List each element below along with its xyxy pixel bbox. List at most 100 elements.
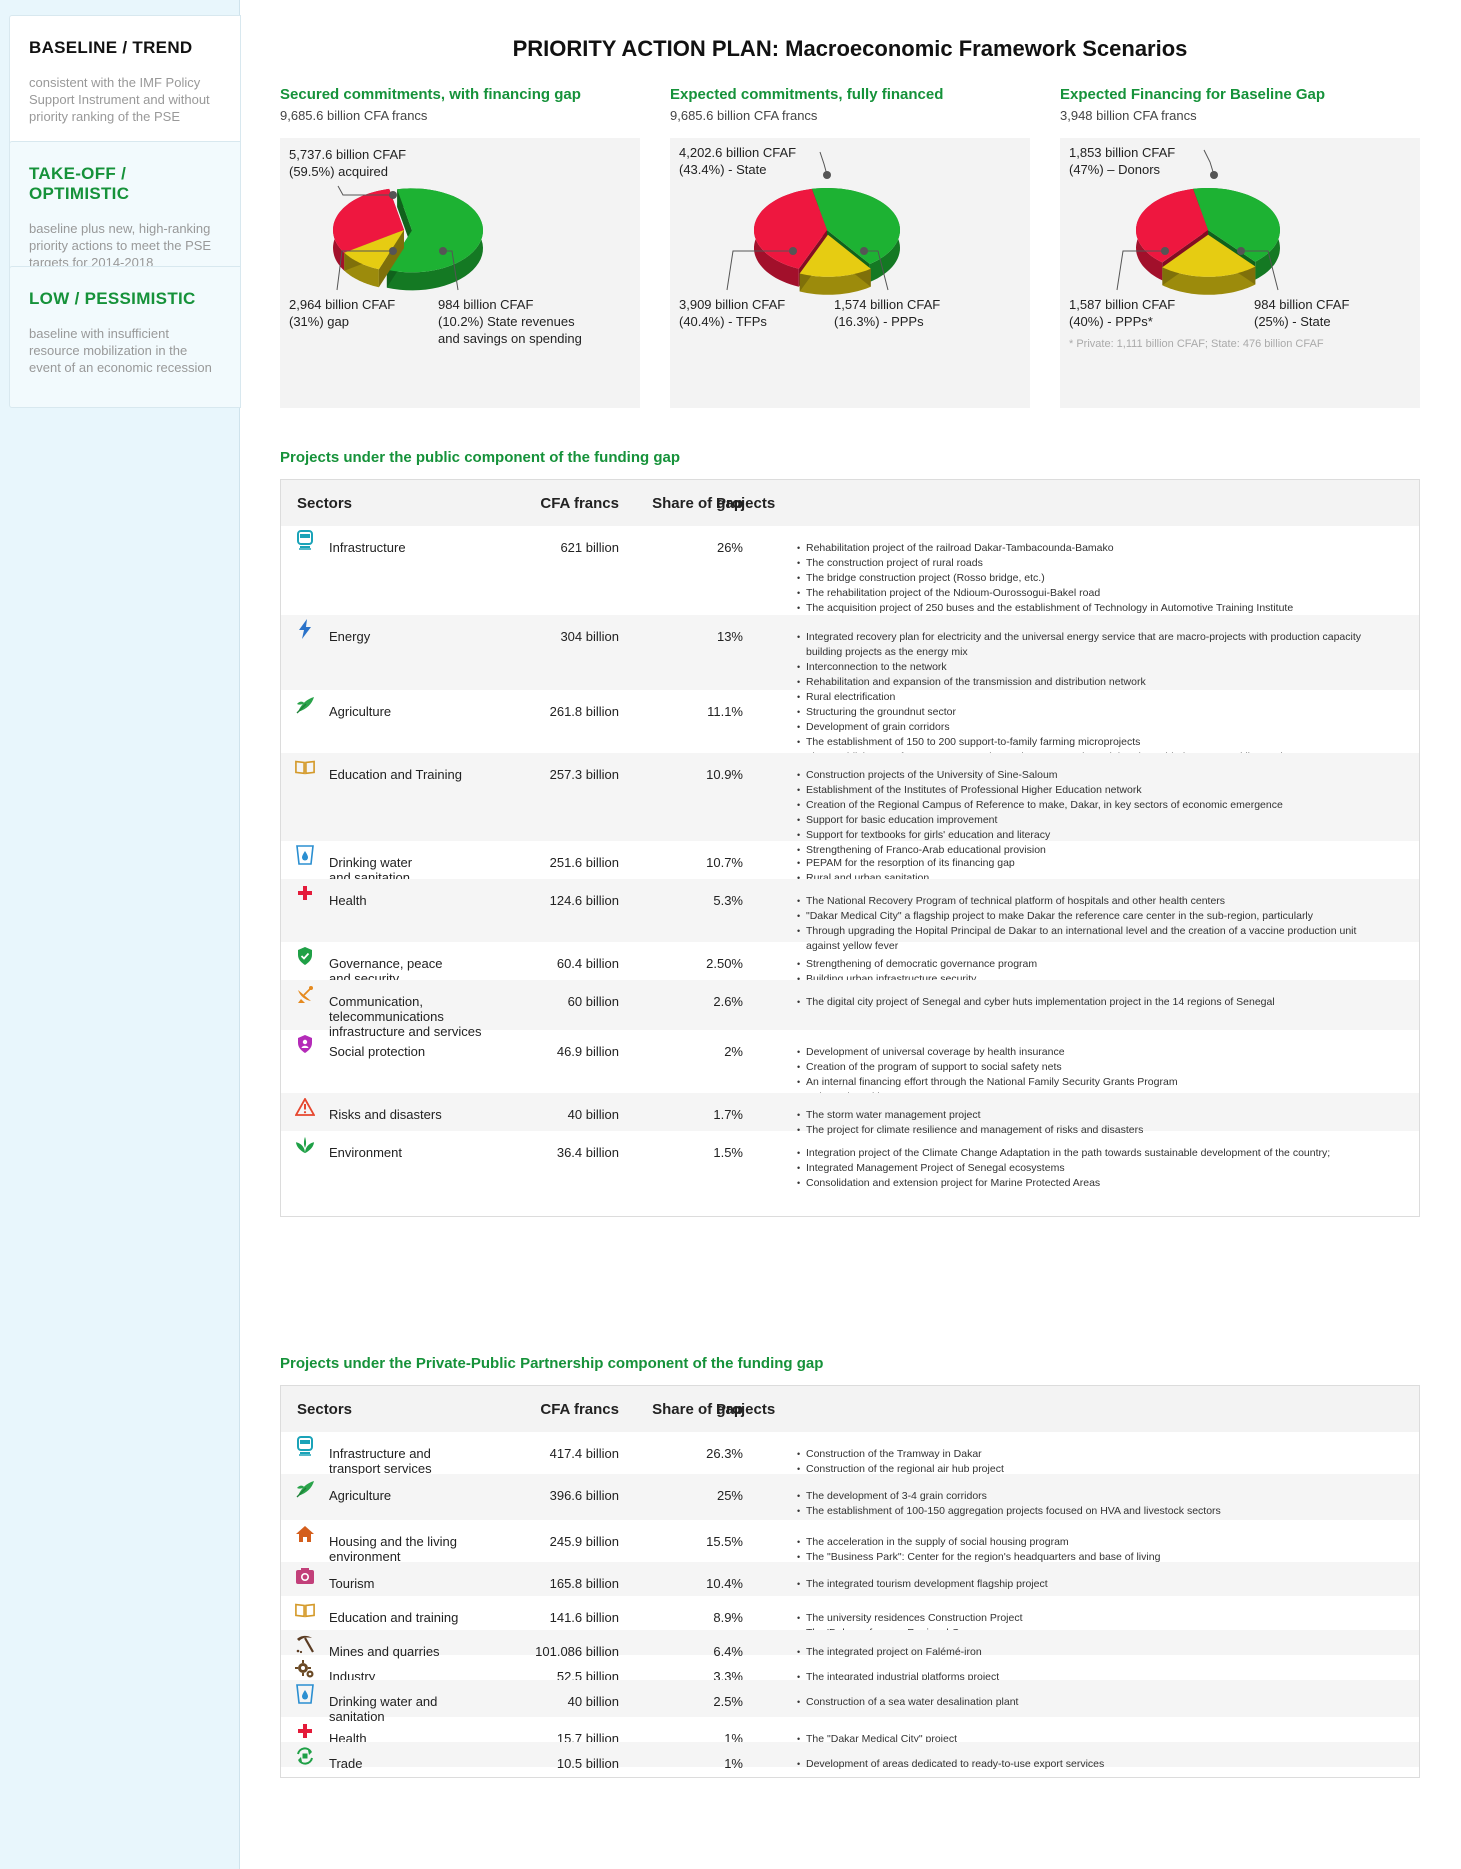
project-item: Strengthening of democratic governance p… (797, 957, 1387, 972)
table-row: Agriculture261.8 billion11.1%Structuring… (281, 690, 1419, 765)
slice-label: 984 billion CFAF (25%) - State (1254, 296, 1349, 330)
scenario-title: BASELINE / TREND (29, 38, 193, 57)
slice-dot (823, 171, 831, 179)
shield-icon (295, 946, 315, 966)
train-icon (295, 530, 315, 550)
table-footer-space (281, 1194, 1419, 1216)
project-item: The digital city project of Senegal and … (797, 995, 1387, 1010)
project-item: Rehabilitation and expansion of the tran… (797, 675, 1387, 690)
slice-label-line: 4,202.6 billion CFAF (679, 145, 797, 160)
scenario-card-optimistic[interactable]: TAKE-OFF / OPTIMISTIC baseline plus new,… (10, 142, 240, 282)
table-row: Energy304 billion13%Integrated recovery … (281, 615, 1419, 705)
slice-label-line: (16.3%) - PPPs (834, 314, 924, 329)
scenario-description: baseline with insufficient resource mobi… (29, 326, 212, 375)
project-list: The acceleration in the supply of social… (797, 1535, 1387, 1565)
slice-dot (1161, 247, 1169, 255)
table-row: Health124.6 billion5.3%The National Reco… (281, 879, 1419, 952)
scenario-card-baseline[interactable]: BASELINE / TREND consistent with the IMF… (10, 16, 240, 156)
amount-cell: 46.9 billion (556, 1044, 619, 1059)
slice-label-line: (25%) - State (1254, 314, 1331, 329)
amount-cell: 257.3 billion (549, 767, 619, 782)
pie-chart-secured: Secured commitments, with financing gap … (280, 86, 640, 408)
slice-label-line: 1,587 billion CFAF (1069, 297, 1176, 312)
amount-cell: 245.9 billion (549, 1534, 619, 1549)
satellite-dish-icon (295, 984, 315, 1004)
warning-icon (295, 1097, 315, 1117)
share-cell: 10.7% (706, 855, 743, 870)
lightning-icon (295, 619, 315, 639)
table-row: Housing and the living environment 245.9 b… (281, 1520, 1419, 1565)
slice-dot (789, 247, 797, 255)
share-cell: 15.5% (706, 1534, 743, 1549)
slice-dot (389, 247, 397, 255)
slice-label: 2,964 billion CFAF (31%) gap (289, 296, 395, 330)
pie-svg (1116, 149, 1280, 295)
share-cell: 2.50% (706, 956, 743, 971)
project-item: Integrated recovery plan for electricity… (797, 630, 1387, 660)
slice-label: 1,853 billion CFAF (47%) – Donors (1069, 144, 1175, 178)
scenario-description: baseline plus new, high-ranking priority… (29, 221, 212, 270)
project-item: Interconnection to the network (797, 660, 1387, 675)
chart-subtitle: 9,685.6 billion CFA francs (280, 108, 428, 123)
slice-dot (1237, 247, 1245, 255)
project-list: Development of areas dedicated to ready-… (797, 1757, 1387, 1772)
slice-label-line: (59.5%) acquired (289, 164, 388, 179)
share-cell: 1% (724, 1756, 743, 1771)
scenario-card-pessimistic[interactable]: LOW / PESSIMISTIC baseline with insuffic… (10, 267, 240, 407)
project-item: The construction project of rural roads (797, 556, 1387, 571)
slice-label-line: (43.4%) - State (679, 162, 767, 177)
amount-cell: 36.4 billion (556, 1145, 619, 1160)
trade-cycle-icon (295, 1746, 315, 1766)
project-item: The establishment of 150 to 200 support-… (797, 735, 1387, 750)
share-cell: 1.5% (713, 1145, 743, 1160)
share-cell: 2.6% (713, 994, 743, 1009)
water-drop-icon (295, 1684, 315, 1704)
table-header: Sectors CFA francs Share of gap Projects (281, 480, 1419, 526)
slice-label-line: 1,574 billion CFAF (834, 297, 941, 312)
slice-dot (1210, 171, 1218, 179)
project-item: Creation of the program of support to so… (797, 1060, 1387, 1075)
chart-subtitle: 3,948 billion CFA francs (1060, 108, 1197, 123)
slice-dot (389, 191, 397, 199)
leaf-icon (295, 1478, 315, 1498)
project-item: The rehabilitation project of the Ndioum… (797, 586, 1387, 601)
pie-panel: 5,737.6 billion CFAF (59.5%) acquired 984 … (280, 138, 640, 408)
scenario-description: consistent with the IMF Policy Support I… (29, 75, 210, 124)
share-cell: 13% (716, 629, 743, 644)
share-cell: 11.1% (707, 704, 743, 719)
slice-label-line: 3,909 billion CFAF (679, 297, 786, 312)
pie-panel: 4,202.6 billion CFAF (43.4%) - State 1,574… (670, 138, 1030, 408)
health-cross-icon (295, 883, 315, 903)
project-item: The development of 3-4 grain corridors (797, 1489, 1387, 1504)
table-row: Drinking water and sanitation 251.6 billio… (281, 841, 1419, 886)
amount-cell: 141.6 billion (549, 1610, 619, 1625)
table-row: Agriculture396.6 billion25%The developme… (281, 1474, 1419, 1520)
project-item: The National Recovery Program of technic… (797, 894, 1387, 909)
share-cell: 25% (716, 1488, 743, 1503)
project-item: An internal financing effort through the… (797, 1075, 1387, 1090)
table-row: Infrastructure and transport services 417.… (281, 1432, 1419, 1477)
amount-cell: 304 billion (560, 629, 619, 644)
pickaxe-icon (295, 1634, 315, 1654)
chart-title: Secured commitments, with financing gap (280, 86, 581, 103)
project-item: Development of universal coverage by hea… (797, 1045, 1387, 1060)
amount-cell: 60 billion (567, 994, 619, 1009)
project-item: The integrated tourism development flags… (797, 1577, 1387, 1592)
ppp-projects-table: Sectors CFA francs Share of gap Projects Inf… (280, 1385, 1420, 1778)
scenario-sidebar: BASELINE / TREND consistent with the IMF… (0, 0, 240, 1869)
project-list: The development of 3-4 grain corridorsTh… (797, 1489, 1387, 1519)
amount-cell: 40 billion (567, 1694, 619, 1709)
slice-label-line: and savings on spending (438, 331, 582, 346)
amount-cell: 396.6 billion (549, 1488, 619, 1503)
amount-cell: 10.5 billion (556, 1756, 619, 1771)
gear-icon (295, 1659, 315, 1679)
table-row: Environment36.4 billion1.5%Integration p… (281, 1131, 1419, 1194)
pie-svg (726, 151, 900, 295)
project-item: Construction of the Tramway in Dakar (797, 1447, 1387, 1462)
project-item: Support for basic education improvement (797, 813, 1387, 828)
amount-cell: 40 billion (567, 1107, 619, 1122)
share-cell: 5.3% (713, 893, 743, 908)
slice-label: 1,574 billion CFAF (16.3%) - PPPs (834, 296, 940, 330)
slice-label-line: 5,737.6 billion CFAF (289, 147, 407, 162)
amount-cell: 251.6 billion (549, 855, 619, 870)
